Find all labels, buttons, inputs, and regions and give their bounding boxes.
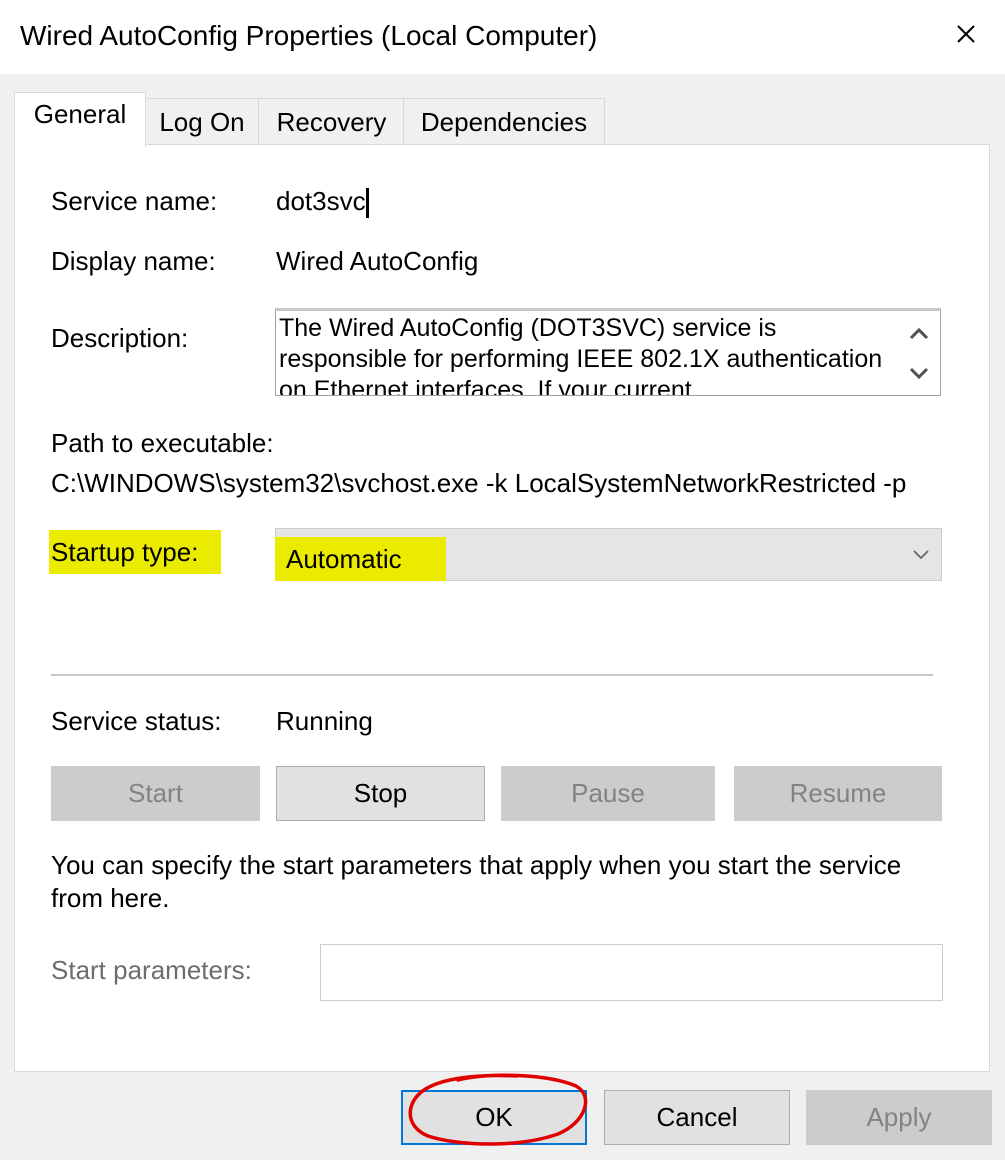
- service-name-value[interactable]: dot3svc: [276, 186, 366, 217]
- start-button[interactable]: Start: [51, 766, 260, 821]
- start-parameters-label: Start parameters:: [51, 955, 252, 985]
- pause-button[interactable]: Pause: [501, 766, 715, 821]
- tab-recovery[interactable]: Recovery: [258, 98, 405, 145]
- close-icon[interactable]: [950, 18, 982, 50]
- service-status-label: Service status:: [51, 706, 222, 736]
- service-status-value: Running: [276, 706, 373, 736]
- display-name-value[interactable]: Wired AutoConfig: [276, 246, 478, 277]
- service-name-label: Service name:: [51, 186, 218, 216]
- scroll-up-icon[interactable]: [906, 321, 932, 347]
- startup-type-label: Startup type:: [49, 530, 221, 574]
- ok-button[interactable]: OK: [401, 1090, 587, 1145]
- start-parameters-input[interactable]: [320, 944, 943, 1001]
- stop-button[interactable]: Stop: [276, 766, 485, 821]
- scroll-down-icon[interactable]: [906, 363, 932, 389]
- resume-button[interactable]: Resume: [734, 766, 942, 821]
- apply-button[interactable]: Apply: [806, 1090, 992, 1145]
- title-bar: Wired AutoConfig Properties (Local Compu…: [0, 0, 1005, 74]
- path-label: Path to executable:: [51, 428, 274, 458]
- startup-type-select[interactable]: Automatic: [275, 528, 942, 581]
- text-caret: [366, 188, 369, 218]
- tab-general[interactable]: General: [14, 92, 146, 147]
- path-value[interactable]: C:\WINDOWS\system32\svchost.exe -k Local…: [51, 468, 906, 499]
- divider: [51, 674, 933, 676]
- display-name-label: Display name:: [51, 246, 216, 276]
- window-title: Wired AutoConfig Properties (Local Compu…: [20, 20, 598, 51]
- description-label: Description:: [51, 323, 189, 353]
- cancel-button[interactable]: Cancel: [604, 1090, 790, 1145]
- tab-dependencies[interactable]: Dependencies: [403, 98, 605, 145]
- help-text: You can specify the start parameters tha…: [51, 850, 902, 913]
- tab-log-on[interactable]: Log On: [144, 98, 260, 145]
- description-textbox[interactable]: The Wired AutoConfig (DOT3SVC) service i…: [275, 308, 941, 396]
- chevron-down-icon: [913, 550, 929, 560]
- startup-type-value: Automatic: [275, 537, 446, 581]
- description-text: The Wired AutoConfig (DOT3SVC) service i…: [279, 314, 883, 396]
- general-panel: [14, 144, 990, 1072]
